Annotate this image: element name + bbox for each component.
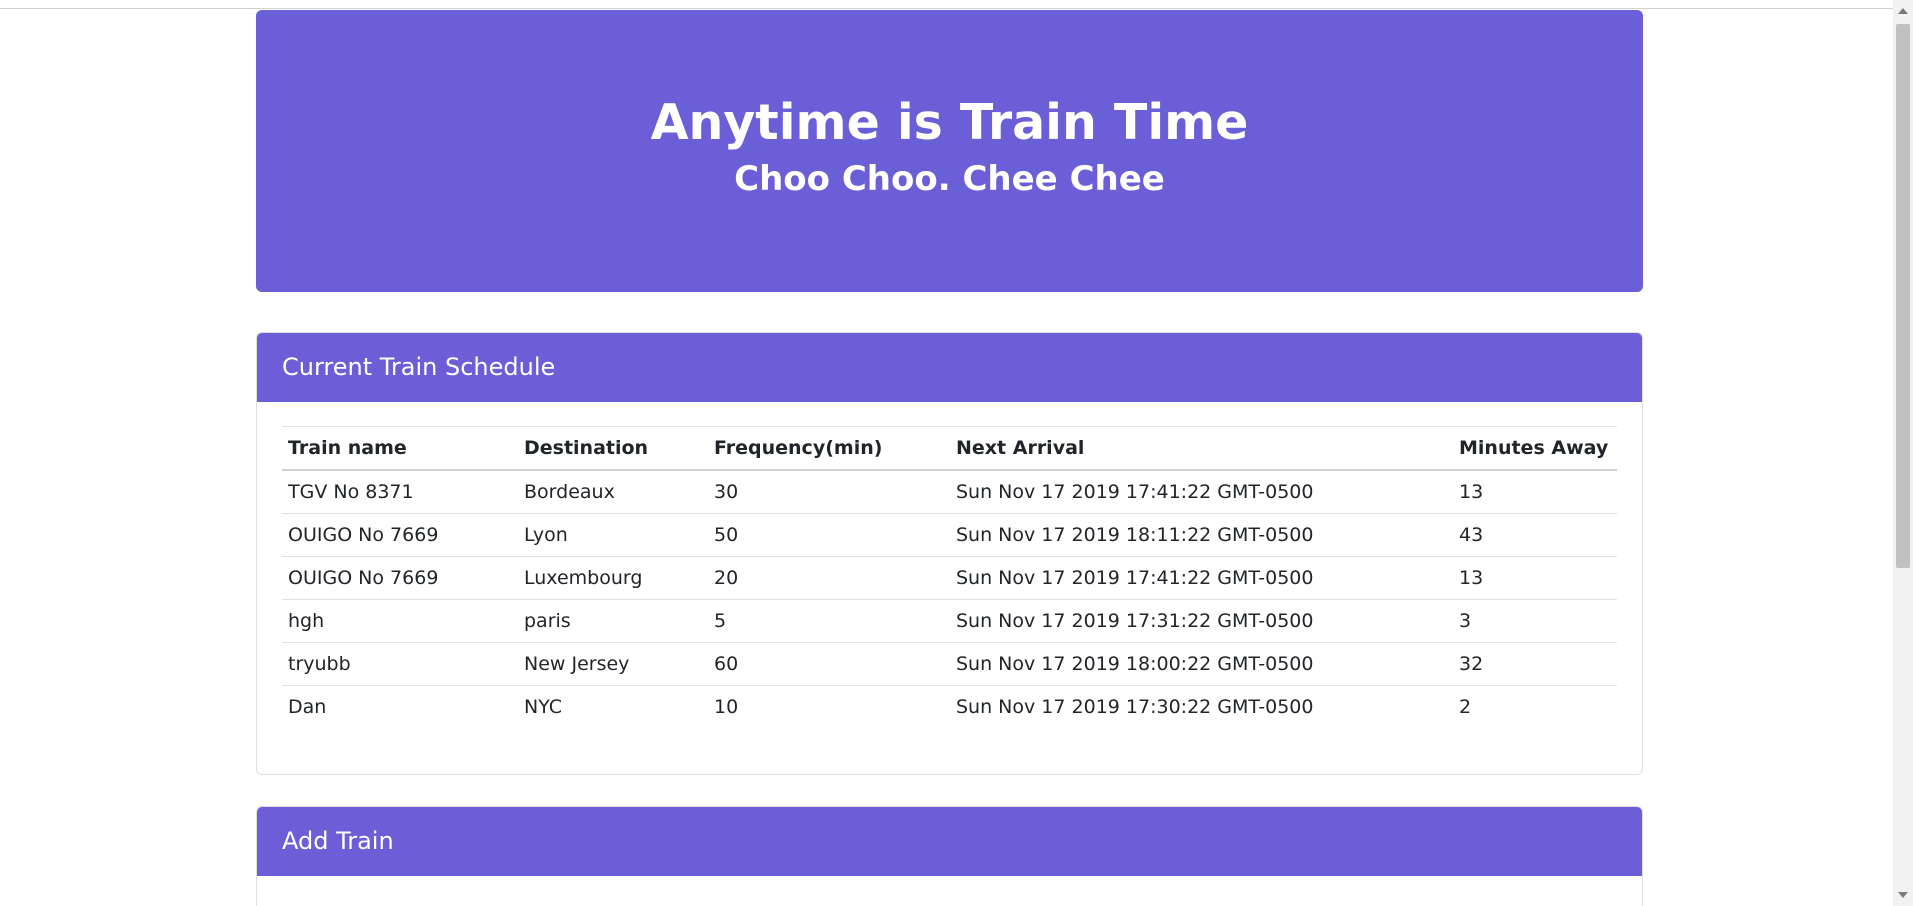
table-row: Dan NYC 10 Sun Nov 17 2019 17:30:22 GMT-…	[282, 686, 1617, 729]
cell-frequency: 30	[708, 470, 950, 514]
browser-top-border	[0, 0, 1893, 9]
page-subtitle: Choo Choo. Chee Chee	[734, 159, 1165, 199]
table-row: OUIGO No 7669 Luxembourg 20 Sun Nov 17 2…	[282, 556, 1617, 600]
cell-destination: Bordeaux	[518, 470, 708, 514]
cell-next-arrival: Sun Nov 17 2019 17:30:22 GMT-0500	[956, 696, 1314, 718]
cell-destination: paris	[518, 599, 708, 643]
cell-train-name: tryubb	[282, 642, 518, 686]
cell-destination: Lyon	[518, 513, 708, 557]
table-row: TGV No 8371 Bordeaux 30 Sun Nov 17 2019 …	[282, 470, 1617, 514]
cell-minutes-away: 2	[1459, 696, 1472, 718]
page: Anytime is Train Time Choo Choo. Chee Ch…	[0, 0, 1913, 906]
column-header-frequency: Frequency(min)	[708, 426, 950, 471]
cell-destination: NYC	[524, 696, 563, 718]
add-train-card-header: Add Train	[257, 807, 1642, 876]
table-row: OUIGO No 7669 Lyon 50 Sun Nov 17 2019 18…	[282, 513, 1617, 557]
column-header-destination: Destination	[518, 426, 708, 471]
schedule-card-body: Train name Destination Frequency(min) Ne…	[257, 402, 1642, 748]
cell-frequency: 10	[714, 696, 739, 718]
cell-frequency: 20	[708, 556, 950, 600]
add-train-card: Add Train	[256, 806, 1643, 906]
cell-next-arrival: Sun Nov 17 2019 18:11:22 GMT-0500	[950, 513, 1453, 557]
cell-frequency: 5	[708, 599, 950, 643]
vertical-scrollbar[interactable]	[1893, 0, 1913, 906]
cell-next-arrival: Sun Nov 17 2019 17:41:22 GMT-0500	[950, 556, 1453, 600]
schedule-table: Train name Destination Frequency(min) Ne…	[282, 426, 1617, 728]
page-title: Anytime is Train Time	[650, 94, 1249, 151]
cell-train-name: hgh	[282, 599, 518, 643]
cell-train-name: TGV No 8371	[282, 470, 518, 514]
jumbotron: Anytime is Train Time Choo Choo. Chee Ch…	[256, 10, 1643, 292]
cell-destination: Luxembourg	[518, 556, 708, 600]
cell-train-name: OUIGO No 7669	[282, 513, 518, 557]
cell-destination: New Jersey	[518, 642, 708, 686]
column-header-minutes-away: Minutes Away	[1453, 426, 1617, 471]
scroll-down-arrow-icon[interactable]	[1898, 892, 1908, 898]
main-container: Anytime is Train Time Choo Choo. Chee Ch…	[256, 10, 1643, 775]
cell-frequency: 50	[708, 513, 950, 557]
column-header-next-arrival: Next Arrival	[950, 426, 1453, 471]
cell-train-name: OUIGO No 7669	[282, 556, 518, 600]
scroll-up-arrow-icon[interactable]	[1898, 8, 1908, 14]
cell-frequency: 60	[708, 642, 950, 686]
table-row: hgh paris 5 Sun Nov 17 2019 17:31:22 GMT…	[282, 599, 1617, 643]
cell-minutes-away: 43	[1453, 513, 1617, 557]
cell-minutes-away: 13	[1453, 470, 1617, 514]
cell-next-arrival: Sun Nov 17 2019 18:00:22 GMT-0500	[950, 642, 1453, 686]
schedule-card-header: Current Train Schedule	[257, 333, 1642, 402]
cell-minutes-away: 3	[1453, 599, 1617, 643]
cell-next-arrival: Sun Nov 17 2019 17:41:22 GMT-0500	[950, 470, 1453, 514]
table-header-row: Train name Destination Frequency(min) Ne…	[282, 426, 1617, 471]
cell-minutes-away: 13	[1453, 556, 1617, 600]
scrollbar-thumb[interactable]	[1896, 24, 1910, 568]
cell-train-name: Dan	[288, 696, 327, 718]
schedule-card: Current Train Schedule Train name Destin…	[256, 332, 1643, 775]
table-row: tryubb New Jersey 60 Sun Nov 17 2019 18:…	[282, 642, 1617, 686]
column-header-train-name: Train name	[282, 426, 518, 471]
cell-minutes-away: 32	[1453, 642, 1617, 686]
cell-next-arrival: Sun Nov 17 2019 17:31:22 GMT-0500	[950, 599, 1453, 643]
